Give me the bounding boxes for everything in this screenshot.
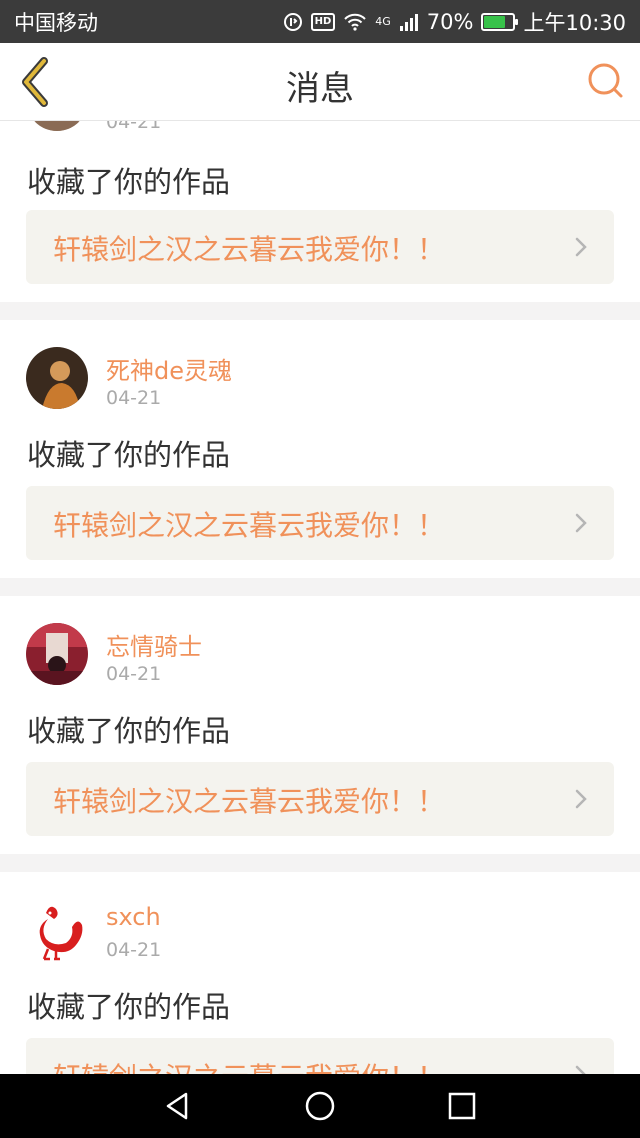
message-date: 04-21 bbox=[106, 663, 162, 685]
work-title: 轩辕剑之汉之云暮云我爱你！！ bbox=[53, 509, 446, 542]
message-card: 死神de灵魂 04-21 收藏了你的作品 轩辕剑之汉之云暮云我爱你！！ bbox=[0, 320, 640, 578]
message-action: 收藏了你的作品 bbox=[27, 714, 231, 748]
clock: 上午10:30 bbox=[523, 10, 626, 35]
battery-percent: 70% bbox=[426, 9, 474, 34]
square-recents-icon bbox=[448, 1092, 476, 1120]
app-header: 消息 bbox=[0, 43, 640, 121]
work-title: 轩辕剑之汉之云暮云我爱你！！ bbox=[53, 1056, 445, 1074]
message-action: 收藏了你的作品 bbox=[27, 438, 231, 472]
message-date: 04-21 bbox=[106, 387, 162, 409]
message-action: 收藏了你的作品 bbox=[27, 990, 231, 1024]
wifi-icon bbox=[343, 12, 367, 32]
avatar[interactable] bbox=[26, 623, 88, 685]
chevron-right-icon bbox=[575, 1065, 586, 1074]
circle-home-icon bbox=[305, 1091, 335, 1121]
username[interactable]: 忘情骑士 bbox=[106, 627, 202, 662]
signal-icon bbox=[399, 12, 419, 32]
chevron-right-icon bbox=[575, 789, 587, 809]
battery-icon bbox=[481, 12, 519, 31]
chevron-right-icon bbox=[575, 237, 587, 257]
avatar[interactable] bbox=[26, 347, 88, 409]
work-link[interactable]: 轩辕剑之汉之云暮云我爱你！！ bbox=[26, 762, 614, 836]
work-link[interactable]: 轩辕剑之汉之云暮云我爱你！！ bbox=[26, 1038, 614, 1074]
card-divider bbox=[0, 578, 640, 596]
volte-icon bbox=[283, 12, 303, 32]
system-nav-bar bbox=[0, 1074, 640, 1138]
message-list: 04-21 收藏了你的作品 轩辕剑之汉之云暮云我爱你！！ 死神de灵魂 04-2… bbox=[0, 121, 640, 1074]
search-button[interactable] bbox=[586, 61, 626, 101]
card-divider bbox=[0, 854, 640, 872]
work-link[interactable]: 轩辕剑之汉之云暮云我爱你！！ bbox=[26, 210, 614, 284]
avatar[interactable] bbox=[26, 121, 88, 131]
page-title: 消息 bbox=[286, 69, 354, 109]
hd-badge: HD bbox=[310, 12, 336, 31]
message-date: 04-21 bbox=[106, 121, 162, 133]
message-date: 04-21 bbox=[106, 939, 162, 961]
message-card: sxch 04-21 收藏了你的作品 轩辕剑之汉之云暮云我爱你！！ bbox=[0, 872, 640, 1074]
carrier-label: 中国移动 bbox=[14, 10, 98, 35]
network-type-label: 4G bbox=[375, 15, 391, 28]
message-card: 04-21 收藏了你的作品 轩辕剑之汉之云暮云我爱你！！ bbox=[0, 121, 640, 302]
chevron-right-icon bbox=[575, 513, 587, 533]
work-link[interactable]: 轩辕剑之汉之云暮云我爱你！！ bbox=[26, 486, 614, 560]
nav-back-button[interactable] bbox=[160, 1088, 196, 1124]
status-icons: HD 4G 70% 上午10:30 bbox=[283, 7, 626, 37]
card-divider bbox=[0, 302, 640, 320]
avatar[interactable] bbox=[26, 899, 88, 961]
work-title: 轩辕剑之汉之云暮云我爱你！！ bbox=[53, 785, 446, 818]
message-card: 忘情骑士 04-21 收藏了你的作品 轩辕剑之汉之云暮云我爱你！！ bbox=[0, 596, 640, 854]
nav-recents-button[interactable] bbox=[444, 1088, 480, 1124]
battery-fill bbox=[484, 15, 506, 28]
work-title: 轩辕剑之汉之云暮云我爱你！！ bbox=[53, 233, 446, 266]
username[interactable]: 死神de灵魂 bbox=[106, 351, 232, 386]
nav-home-button[interactable] bbox=[302, 1088, 338, 1124]
triangle-back-icon bbox=[166, 1092, 188, 1120]
search-icon bbox=[588, 63, 623, 98]
username[interactable]: sxch bbox=[106, 903, 161, 931]
status-bar: 中国移动 HD 4G 70% 上午10:30 bbox=[0, 0, 640, 43]
message-action: 收藏了你的作品 bbox=[27, 165, 231, 199]
